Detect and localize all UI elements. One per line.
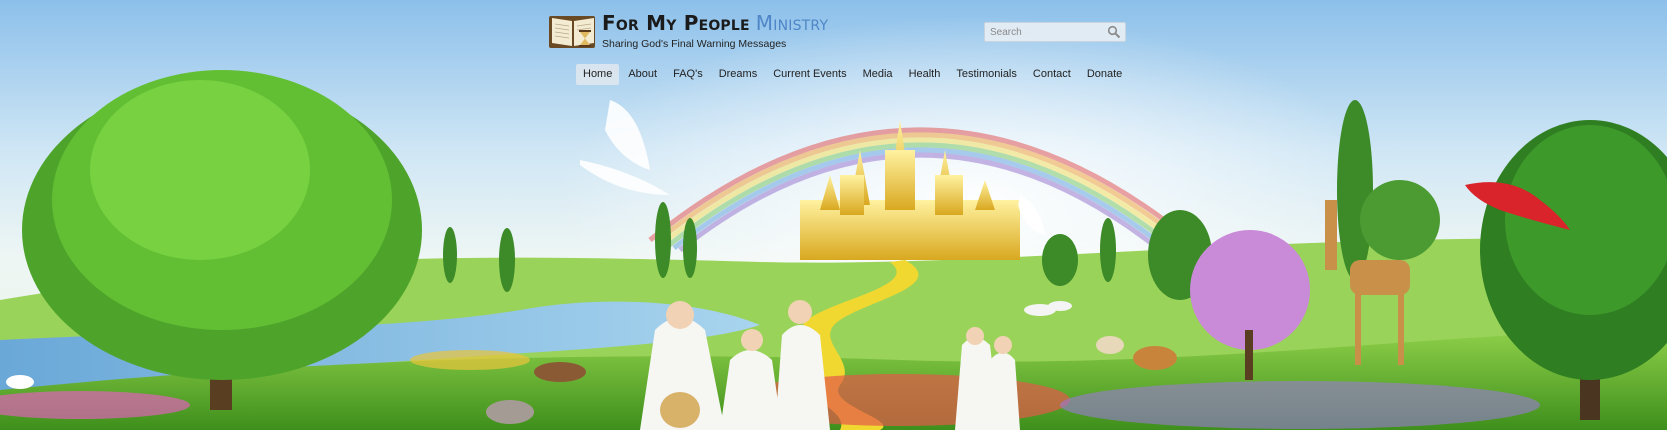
site-header: For My People Ministry Sharing God's Fina… [0, 0, 1667, 100]
nav-item-about[interactable]: About [621, 64, 664, 85]
nav-item-dreams[interactable]: Dreams [712, 64, 765, 85]
main-nav: Home About FAQ's Dreams Current Events M… [576, 64, 1131, 85]
nav-item-faqs[interactable]: FAQ's [666, 64, 710, 85]
nav-item-current-events[interactable]: Current Events [766, 64, 853, 85]
nav-item-donate[interactable]: Donate [1080, 64, 1129, 85]
site-title-accent: Ministry [755, 11, 829, 35]
magnifier-icon[interactable] [1107, 25, 1121, 39]
nav-item-contact[interactable]: Contact [1026, 64, 1078, 85]
page: For My People Ministry Sharing God's Fina… [0, 0, 1667, 430]
site-tagline: Sharing God's Final Warning Messages [602, 38, 787, 50]
search-input[interactable] [985, 24, 1100, 40]
nav-item-testimonials[interactable]: Testimonials [949, 64, 1024, 85]
brand-text: For My People Ministry Sharing God's Fina… [602, 12, 828, 50]
site-title-main: For My People [602, 11, 750, 35]
site-title: For My People Ministry [602, 12, 828, 34]
nav-item-health[interactable]: Health [902, 64, 948, 85]
nav-item-media[interactable]: Media [856, 64, 900, 85]
search-box [984, 22, 1126, 42]
open-book-hourglass-icon [549, 16, 595, 48]
nav-item-home[interactable]: Home [576, 64, 620, 85]
site-logo[interactable]: For My People Ministry Sharing God's Fina… [548, 12, 828, 50]
